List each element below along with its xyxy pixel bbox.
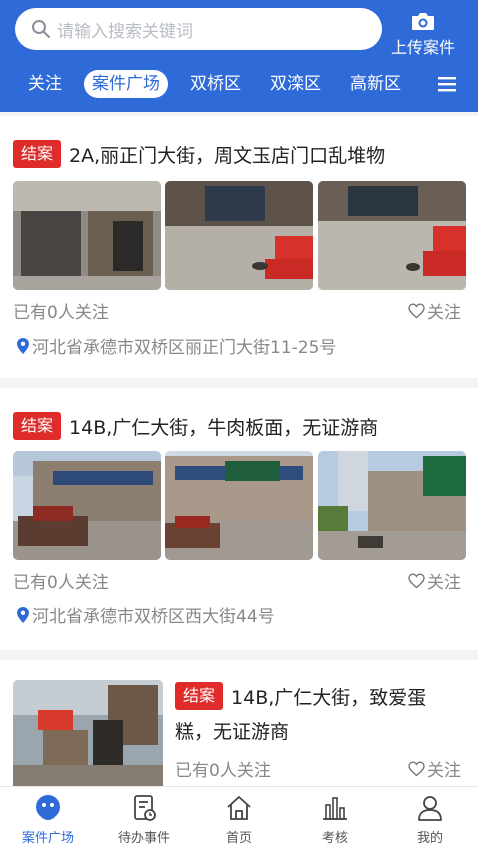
case-photo[interactable] (318, 181, 466, 290)
follow-label: 关注 (427, 303, 461, 323)
case-photo[interactable] (13, 680, 163, 786)
case-title: 14B,广仁大街，牛肉板面，无证游商 (69, 416, 379, 439)
nav-assessment[interactable]: 考核 (287, 793, 383, 846)
case-square-icon (36, 795, 60, 820)
upload-case-button[interactable]: 上传案件 (386, 10, 460, 58)
status-badge: 结案 (13, 140, 62, 168)
case-card[interactable]: 结案 14B,广仁大街，致爱蛋 糕，无证游商 已有0人关注 关注 (0, 660, 478, 786)
case-photo[interactable] (165, 451, 313, 560)
case-title: 14B,广仁大街，致爱蛋 (231, 686, 427, 709)
menu-icon[interactable] (437, 75, 457, 93)
search-input[interactable]: 请输入搜索关键词 (57, 17, 193, 42)
bottom-navigation: 案件广场 待办事件 首页 考核 我的 (0, 786, 478, 850)
status-badge: 结案 (13, 412, 62, 440)
case-address: 河北省承德市双桥区西大街44号 (17, 602, 275, 627)
tab-case-square[interactable]: 案件广场 (84, 70, 168, 98)
follow-count: 已有0人关注 (175, 761, 271, 781)
follow-label: 关注 (427, 573, 461, 593)
case-title-row: 结案 2A,丽正门大街，周文玉店门口乱堆物 (13, 140, 385, 168)
heart-icon (408, 572, 425, 588)
heart-icon (408, 302, 425, 318)
case-photo[interactable] (13, 451, 161, 560)
search-icon (32, 20, 50, 38)
nav-home-label: 首页 (225, 831, 252, 846)
home-icon (227, 796, 251, 820)
follow-count: 已有0人关注 (13, 573, 109, 593)
status-badge: 结案 (175, 682, 224, 710)
case-photo[interactable] (165, 181, 313, 290)
follow-label: 关注 (427, 761, 461, 781)
nav-todo[interactable]: 待办事件 (96, 793, 192, 846)
nav-case-square-label: 案件广场 (21, 831, 74, 846)
follow-button[interactable]: 关注 (408, 298, 461, 323)
location-pin-icon (17, 337, 29, 354)
heart-icon (408, 760, 425, 776)
case-photo[interactable] (13, 181, 161, 290)
tab-gaoxin[interactable]: 高新区 (350, 70, 401, 98)
todo-document-icon (134, 795, 156, 821)
case-title: 2A,丽正门大街，周文玉店门口乱堆物 (69, 144, 386, 167)
tab-follow[interactable]: 关注 (28, 70, 62, 98)
camera-icon (412, 13, 434, 30)
location-pin-icon (17, 606, 29, 623)
category-tabs: 关注 案件广场 双桥区 双滦区 高新区 (0, 66, 478, 102)
case-photo[interactable] (318, 451, 466, 560)
search-bar[interactable]: 请输入搜索关键词 (15, 8, 382, 50)
address-text: 河北省承德市双桥区丽正门大街11-25号 (32, 338, 337, 358)
case-card[interactable]: 结案 2A,丽正门大街，周文玉店门口乱堆物 已有0人关注 关注 河北省承德市双桥… (0, 116, 478, 378)
nav-mine[interactable]: 我的 (382, 793, 478, 846)
nav-mine-label: 我的 (416, 831, 443, 846)
user-profile-icon (418, 796, 442, 821)
address-text: 河北省承德市双桥区西大街44号 (32, 607, 275, 627)
top-header: 请输入搜索关键词 上传案件 关注 案件广场 双桥区 双滦区 高新区 (0, 0, 478, 112)
case-title-row: 结案 14B,广仁大街，致爱蛋 (175, 682, 426, 710)
follow-button[interactable]: 关注 (408, 756, 461, 781)
tab-shuangluan[interactable]: 双滦区 (270, 70, 321, 98)
follow-count: 已有0人关注 (13, 303, 109, 323)
case-address: 河北省承德市双桥区丽正门大街11-25号 (17, 333, 336, 358)
upload-case-label: 上传案件 (390, 38, 455, 57)
case-title-row: 结案 14B,广仁大街，牛肉板面，无证游商 (13, 412, 378, 440)
bar-chart-icon (323, 797, 347, 820)
nav-todo-label: 待办事件 (117, 831, 170, 846)
nav-home[interactable]: 首页 (191, 793, 287, 846)
nav-assessment-label: 考核 (321, 831, 348, 846)
case-card[interactable]: 结案 14B,广仁大街，牛肉板面，无证游商 已有0人关注 关注 河北省承德市双桥… (0, 388, 478, 650)
nav-case-square[interactable]: 案件广场 (0, 793, 96, 846)
tab-shuangqiao[interactable]: 双桥区 (190, 70, 241, 98)
follow-button[interactable]: 关注 (408, 568, 461, 593)
case-title-continued: 糕，无证游商 (175, 721, 290, 743)
